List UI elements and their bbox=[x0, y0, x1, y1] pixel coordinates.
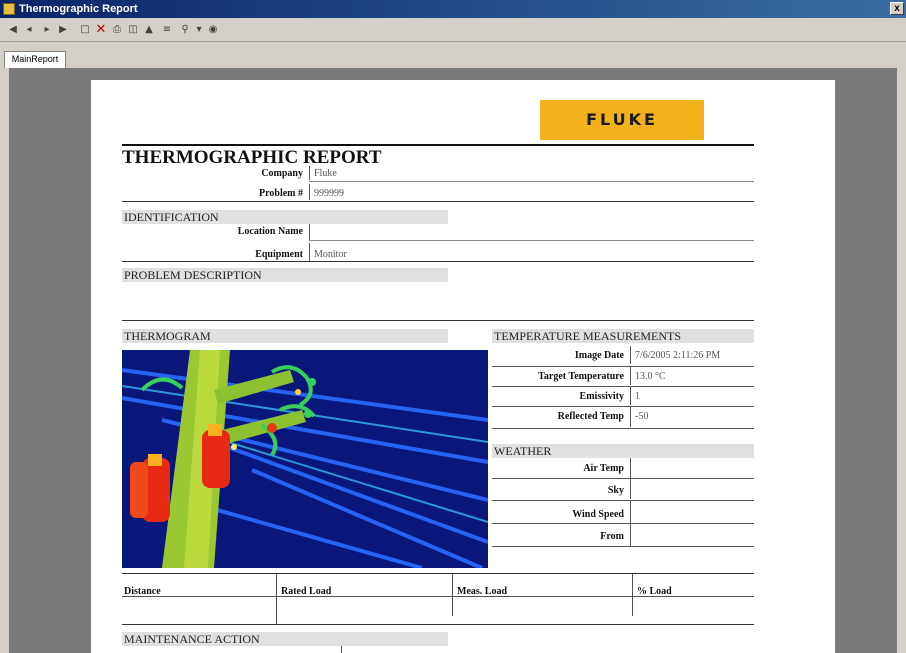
reflected-temp-value: -50 bbox=[635, 411, 649, 422]
divider bbox=[452, 574, 453, 616]
row-rule bbox=[492, 428, 754, 429]
table-header-rule bbox=[122, 596, 754, 597]
problem-number-value: 999999 bbox=[314, 188, 344, 199]
company-label: Company bbox=[261, 168, 303, 179]
page-icon[interactable]: □ bbox=[78, 23, 92, 37]
table-bottom-rule bbox=[122, 624, 754, 625]
window-title-bar: Thermographic Report x bbox=[0, 0, 906, 18]
row-rule bbox=[492, 366, 754, 367]
section-rule bbox=[122, 261, 754, 262]
air-temp-label: Air Temp bbox=[583, 463, 624, 474]
divider bbox=[341, 646, 342, 653]
wind-speed-label: Wind Speed bbox=[572, 509, 624, 520]
target-temperature-label: Target Temperature bbox=[538, 371, 624, 382]
maintenance-action-heading: MAINTENANCE ACTION bbox=[122, 632, 448, 646]
equipment-value: Monitor bbox=[314, 249, 347, 260]
print-icon[interactable]: ⎙ bbox=[110, 23, 124, 37]
divider bbox=[630, 524, 631, 546]
section-rule bbox=[122, 320, 754, 321]
divider bbox=[630, 367, 631, 385]
divider bbox=[630, 346, 631, 364]
last-page-icon[interactable]: ▶ bbox=[56, 23, 70, 37]
emissivity-label: Emissivity bbox=[579, 391, 624, 402]
vertical-scrollbar[interactable] bbox=[897, 68, 906, 653]
find-icon[interactable]: ◉ bbox=[206, 23, 220, 37]
row-rule bbox=[492, 406, 754, 407]
first-page-icon[interactable]: ◀ bbox=[6, 23, 20, 37]
dropdown-icon[interactable]: ▾ bbox=[192, 23, 206, 37]
divider bbox=[632, 574, 633, 616]
row-rule bbox=[309, 240, 754, 241]
title-rule bbox=[122, 144, 754, 146]
divider bbox=[630, 479, 631, 499]
divider bbox=[276, 574, 277, 624]
zoom-icon[interactable]: ⚲ bbox=[178, 23, 192, 37]
upload-icon[interactable]: ▲ bbox=[142, 23, 156, 37]
divider bbox=[630, 501, 631, 523]
section-rule bbox=[122, 201, 754, 202]
identification-heading: IDENTIFICATION bbox=[122, 210, 448, 224]
thermogram-heading: THERMOGRAM bbox=[122, 329, 448, 343]
weather-heading: WEATHER bbox=[492, 444, 754, 458]
temperature-measurements-heading: TEMPERATURE MEASUREMENTS bbox=[492, 329, 754, 343]
divider bbox=[309, 243, 310, 261]
emissivity-value: 1 bbox=[635, 391, 640, 402]
toolbar: ◀ ◂ ▸ ▶ □ ✕ ⎙ ◫ ▲ ≡ ⚲ ▾ ◉ bbox=[0, 19, 906, 42]
row-rule bbox=[309, 181, 754, 182]
divider bbox=[630, 458, 631, 478]
row-rule bbox=[492, 386, 754, 387]
reflected-temp-label: Reflected Temp bbox=[557, 411, 624, 422]
window-title: Thermographic Report bbox=[19, 3, 138, 15]
image-date-value: 7/6/2005 2:11:26 PM bbox=[635, 350, 721, 361]
next-page-icon[interactable]: ▸ bbox=[40, 23, 54, 37]
divider bbox=[309, 224, 310, 240]
report-title: THERMOGRAPHIC REPORT bbox=[122, 147, 382, 168]
close-icon[interactable]: ✕ bbox=[94, 23, 108, 37]
equipment-label: Equipment bbox=[255, 249, 303, 260]
tree-icon[interactable]: ≡ bbox=[160, 23, 174, 37]
report-viewport: FLUKE THERMOGRAPHIC REPORT Company Fluke… bbox=[9, 68, 897, 653]
row-rule bbox=[492, 523, 754, 524]
problem-description-heading: PROBLEM DESCRIPTION bbox=[122, 268, 448, 282]
sky-label: Sky bbox=[607, 485, 624, 496]
report-page: FLUKE THERMOGRAPHIC REPORT Company Fluke… bbox=[91, 80, 835, 653]
logo-text: FLUKE bbox=[586, 110, 658, 129]
tab-strip: MainReport bbox=[0, 42, 906, 68]
divider bbox=[309, 184, 310, 200]
image-date-label: Image Date bbox=[574, 350, 624, 361]
fluke-logo: FLUKE bbox=[540, 100, 704, 140]
row-rule bbox=[492, 546, 754, 547]
close-window-button[interactable]: x bbox=[890, 2, 904, 15]
app-icon bbox=[3, 3, 15, 15]
row-rule bbox=[492, 500, 754, 501]
export-icon[interactable]: ◫ bbox=[126, 23, 140, 37]
wind-from-label: From bbox=[600, 531, 624, 542]
table-top-rule bbox=[122, 573, 754, 574]
problem-number-label: Problem # bbox=[259, 188, 303, 199]
divider bbox=[309, 166, 310, 180]
divider bbox=[630, 387, 631, 405]
divider bbox=[630, 407, 631, 427]
company-value: Fluke bbox=[314, 168, 337, 179]
location-name-label: Location Name bbox=[237, 226, 303, 237]
tab-main-report[interactable]: MainReport bbox=[4, 51, 66, 68]
prev-page-icon[interactable]: ◂ bbox=[22, 23, 36, 37]
target-temperature-value: 13.0 °C bbox=[635, 371, 666, 382]
row-rule bbox=[492, 478, 754, 479]
thermogram-image bbox=[122, 350, 488, 568]
